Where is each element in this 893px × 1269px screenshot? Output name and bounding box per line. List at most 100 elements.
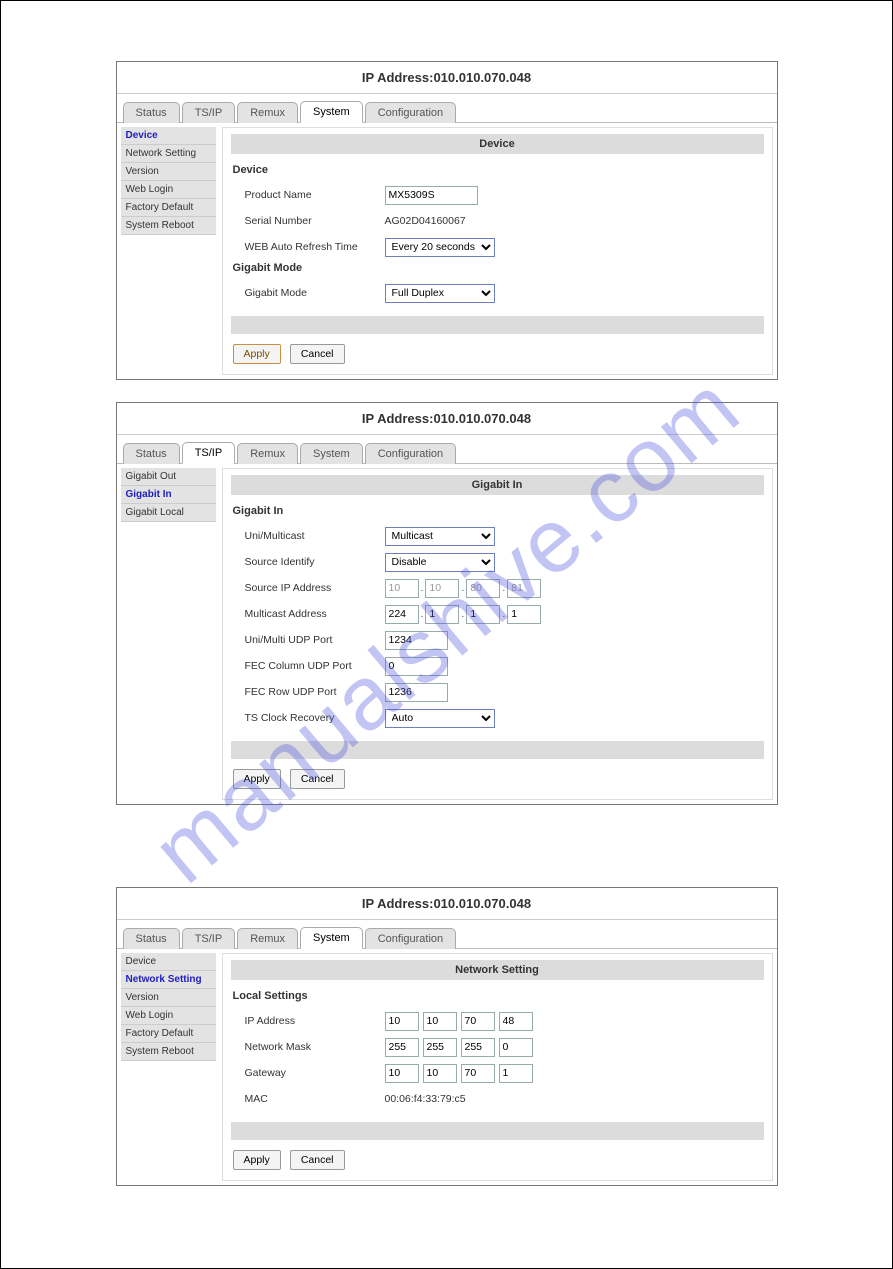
select-ts-clock-recovery[interactable]: Auto (385, 709, 495, 728)
side-nav: Gigabit Out Gigabit In Gigabit Local (121, 468, 216, 800)
value-serial-number: AG02D04160067 (385, 215, 466, 227)
input-gateway-c[interactable] (461, 1064, 495, 1083)
content-header: Device (231, 134, 764, 154)
tab-status[interactable]: Status (123, 928, 180, 949)
tab-status[interactable]: Status (123, 443, 180, 464)
apply-button[interactable]: Apply (233, 344, 281, 364)
tab-status[interactable]: Status (123, 102, 180, 123)
input-source-ip-b[interactable] (425, 579, 459, 598)
label-udp-port: Uni/Multi UDP Port (245, 634, 385, 646)
tab-bar: Status TS/IP Remux System Configuration (117, 94, 777, 123)
tab-system[interactable]: System (300, 101, 363, 123)
tab-tsip[interactable]: TS/IP (182, 442, 236, 464)
input-ip-a[interactable] (385, 1012, 419, 1031)
panel-title: IP Address:010.010.070.048 (117, 403, 777, 435)
footer-bar (231, 741, 764, 759)
side-nav: Device Network Setting Version Web Login… (121, 127, 216, 375)
sidebar-item-device[interactable]: Device (121, 953, 216, 971)
value-mac: 00:06:f4:33:79:c5 (385, 1093, 466, 1105)
cancel-button[interactable]: Cancel (290, 344, 345, 364)
sidebar-item-system-reboot[interactable]: System Reboot (121, 1043, 216, 1061)
sidebar-item-network-setting[interactable]: Network Setting (121, 145, 216, 163)
input-mask-a[interactable] (385, 1038, 419, 1057)
label-fec-column-port: FEC Column UDP Port (245, 660, 385, 672)
label-ts-clock-recovery: TS Clock Recovery (245, 712, 385, 724)
tab-remux[interactable]: Remux (237, 928, 298, 949)
ip-prefix: IP Address: (362, 70, 434, 85)
sidebar-item-web-login[interactable]: Web Login (121, 1007, 216, 1025)
input-ip-d[interactable] (499, 1012, 533, 1031)
input-gateway-d[interactable] (499, 1064, 533, 1083)
apply-button[interactable]: Apply (233, 1150, 281, 1170)
input-mask-b[interactable] (423, 1038, 457, 1057)
select-source-identify[interactable]: Disable (385, 553, 495, 572)
label-mac: MAC (245, 1093, 385, 1105)
input-multicast-c[interactable] (466, 605, 500, 624)
sidebar-item-gigabit-local[interactable]: Gigabit Local (121, 504, 216, 522)
tab-bar: Status TS/IP Remux System Configuration (117, 920, 777, 949)
input-ip-c[interactable] (461, 1012, 495, 1031)
input-source-ip-a[interactable] (385, 579, 419, 598)
tab-configuration[interactable]: Configuration (365, 102, 456, 123)
tab-tsip[interactable]: TS/IP (182, 102, 236, 123)
label-source-ip: Source IP Address (245, 582, 385, 594)
panel-network-setting: IP Address:010.010.070.048 Status TS/IP … (116, 887, 778, 1186)
tab-system[interactable]: System (300, 927, 363, 949)
cancel-button[interactable]: Cancel (290, 769, 345, 789)
label-refresh-time: WEB Auto Refresh Time (245, 241, 385, 253)
input-mask-c[interactable] (461, 1038, 495, 1057)
label-fec-row-port: FEC Row UDP Port (245, 686, 385, 698)
label-source-identify: Source Identify (245, 556, 385, 568)
input-source-ip-d[interactable] (507, 579, 541, 598)
tab-remux[interactable]: Remux (237, 443, 298, 464)
input-fec-column-port[interactable] (385, 657, 448, 676)
label-uni-multicast: Uni/Multicast (245, 530, 385, 542)
section-gigabit-in: Gigabit In (233, 505, 764, 517)
apply-button[interactable]: Apply (233, 769, 281, 789)
input-gateway-a[interactable] (385, 1064, 419, 1083)
select-gigabit-mode[interactable]: Full Duplex (385, 284, 495, 303)
input-mask-d[interactable] (499, 1038, 533, 1057)
sidebar-item-version[interactable]: Version (121, 163, 216, 181)
tab-bar: Status TS/IP Remux System Configuration (117, 435, 777, 464)
input-multicast-a[interactable] (385, 605, 419, 624)
sidebar-item-factory-default[interactable]: Factory Default (121, 1025, 216, 1043)
panel-title: IP Address:010.010.070.048 (117, 888, 777, 920)
section-device: Device (233, 164, 764, 176)
tab-configuration[interactable]: Configuration (365, 928, 456, 949)
input-product-name[interactable] (385, 186, 478, 205)
ip-value: 010.010.070.048 (433, 70, 531, 85)
ip-value: 010.010.070.048 (433, 411, 531, 426)
select-refresh-time[interactable]: Every 20 seconds (385, 238, 495, 257)
input-multicast-b[interactable] (425, 605, 459, 624)
cancel-button[interactable]: Cancel (290, 1150, 345, 1170)
label-product-name: Product Name (245, 189, 385, 201)
panel-title: IP Address:010.010.070.048 (117, 62, 777, 94)
input-ip-b[interactable] (423, 1012, 457, 1031)
input-udp-port[interactable] (385, 631, 448, 650)
input-source-ip-c[interactable] (466, 579, 500, 598)
tab-tsip[interactable]: TS/IP (182, 928, 236, 949)
input-fec-row-port[interactable] (385, 683, 448, 702)
sidebar-item-device[interactable]: Device (121, 127, 216, 145)
sidebar-item-gigabit-in[interactable]: Gigabit In (121, 486, 216, 504)
content-header: Network Setting (231, 960, 764, 980)
sidebar-item-gigabit-out[interactable]: Gigabit Out (121, 468, 216, 486)
sidebar-item-web-login[interactable]: Web Login (121, 181, 216, 199)
tab-system[interactable]: System (300, 443, 363, 464)
input-multicast-d[interactable] (507, 605, 541, 624)
tab-configuration[interactable]: Configuration (365, 443, 456, 464)
sidebar-item-network-setting[interactable]: Network Setting (121, 971, 216, 989)
sidebar-item-version[interactable]: Version (121, 989, 216, 1007)
tab-remux[interactable]: Remux (237, 102, 298, 123)
panel-device: IP Address:010.010.070.048 Status TS/IP … (116, 61, 778, 380)
label-gigabit-mode: Gigabit Mode (245, 287, 385, 299)
sidebar-item-factory-default[interactable]: Factory Default (121, 199, 216, 217)
label-serial-number: Serial Number (245, 215, 385, 227)
ip-value: 010.010.070.048 (433, 896, 531, 911)
input-gateway-b[interactable] (423, 1064, 457, 1083)
sidebar-item-system-reboot[interactable]: System Reboot (121, 217, 216, 235)
ip-prefix: IP Address: (362, 896, 434, 911)
select-uni-multicast[interactable]: Multicast (385, 527, 495, 546)
panel-gigabit-in: IP Address:010.010.070.048 Status TS/IP … (116, 402, 778, 805)
